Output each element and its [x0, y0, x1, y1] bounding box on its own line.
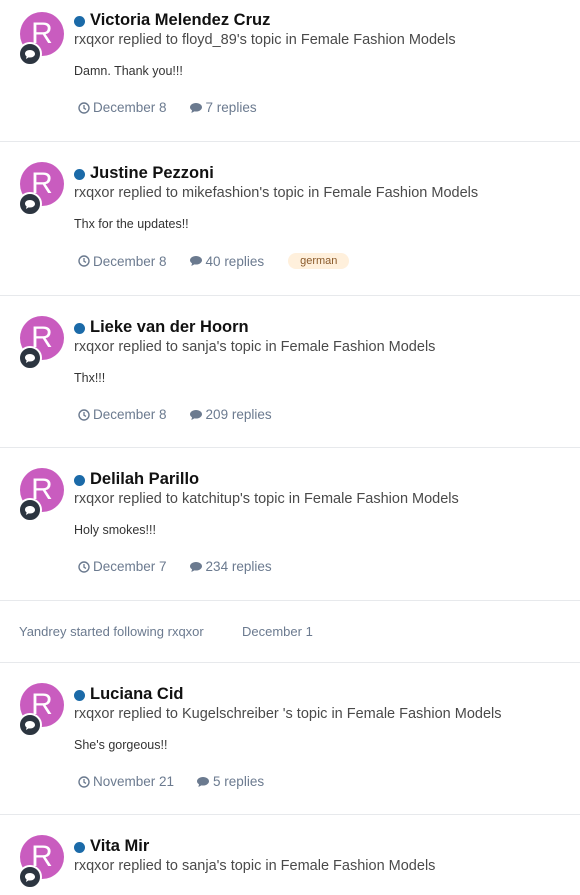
post-snippet: Holy smokes!!! — [74, 523, 156, 537]
comment-bubble-icon — [18, 865, 42, 889]
activity-item: R Vita Mir rxqxor replied to sanja's top… — [0, 815, 580, 895]
activity-item: R Victoria Melendez Cruz rxqxor replied … — [0, 0, 580, 142]
follow-activity-row: Yandrey started following rxqxor Decembe… — [0, 601, 580, 663]
item-meta: December 8 209 replies — [74, 407, 570, 422]
post-date[interactable]: December 8 — [93, 254, 167, 269]
item-meta: December 7 234 replies — [74, 559, 570, 574]
topic-title-link[interactable]: Victoria Melendez Cruz — [90, 11, 270, 30]
activity-item: R Lieke van der Hoorn rxqxor replied to … — [0, 296, 580, 448]
activity-description[interactable]: rxqxor replied to floyd_89's topic in Fe… — [74, 32, 570, 48]
topic-title-link[interactable]: Luciana Cid — [90, 685, 184, 704]
comment-bubble-icon — [18, 713, 42, 737]
comment-bubble-icon — [18, 346, 42, 370]
activity-description[interactable]: rxqxor replied to katchitup's topic in F… — [74, 491, 570, 507]
post-snippet: Thx for the updates!! — [74, 217, 189, 231]
comment-icon — [197, 776, 210, 787]
topic-tag[interactable]: german — [288, 253, 350, 269]
item-meta: November 21 5 replies — [74, 774, 570, 789]
reply-count: 40 replies — [205, 253, 265, 269]
user-avatar[interactable]: R — [18, 468, 64, 522]
clock-icon — [78, 101, 90, 114]
online-indicator-icon — [74, 690, 85, 701]
reply-count: 209 replies — [205, 407, 272, 422]
comment-bubble-icon — [18, 42, 42, 66]
topic-title-link[interactable]: Delilah Parillo — [90, 470, 199, 489]
clock-icon — [78, 255, 90, 267]
clock-icon — [78, 560, 90, 573]
post-date[interactable]: December 8 — [93, 407, 167, 422]
topic-title-link[interactable]: Lieke van der Hoorn — [90, 318, 249, 337]
comment-bubble-icon — [18, 192, 42, 216]
online-indicator-icon — [74, 842, 85, 853]
post-date[interactable]: November 21 — [93, 774, 174, 789]
item-meta: December 8 40 replies german — [74, 253, 570, 269]
post-snippet: Damn. Thank you!!! — [74, 64, 183, 78]
activity-item: R Luciana Cid rxqxor replied to Kugelsch… — [0, 663, 580, 815]
clock-icon — [78, 408, 90, 421]
follow-date[interactable]: December 1 — [242, 624, 313, 639]
clock-icon — [78, 775, 90, 788]
post-snippet: She's gorgeous!! — [74, 738, 168, 752]
user-avatar[interactable]: R — [18, 12, 64, 66]
reply-count: 5 replies — [213, 774, 265, 789]
post-snippet: Thx!!! — [74, 371, 106, 385]
comment-icon — [189, 256, 202, 266]
online-indicator-icon — [74, 323, 85, 334]
online-indicator-icon — [74, 16, 85, 27]
topic-title-link[interactable]: Justine Pezzoni — [90, 164, 214, 183]
activity-item: R Delilah Parillo rxqxor replied to katc… — [0, 448, 580, 601]
reply-count: 234 replies — [205, 559, 272, 574]
reply-count: 7 replies — [205, 100, 257, 115]
topic-title-link[interactable]: Vita Mir — [90, 837, 149, 856]
post-date[interactable]: December 7 — [93, 559, 167, 574]
online-indicator-icon — [74, 169, 85, 180]
activity-description[interactable]: rxqxor replied to sanja's topic in Femal… — [74, 858, 570, 874]
follow-text[interactable]: Yandrey started following rxqxor — [19, 624, 204, 639]
post-date[interactable]: December 8 — [93, 100, 167, 115]
comment-icon — [189, 561, 202, 572]
user-avatar[interactable]: R — [18, 316, 64, 370]
comment-bubble-icon — [18, 498, 42, 522]
user-avatar[interactable]: R — [18, 162, 64, 216]
online-indicator-icon — [74, 475, 85, 486]
activity-item: R Justine Pezzoni rxqxor replied to mike… — [0, 142, 580, 296]
item-meta: December 8 7 replies — [74, 100, 570, 115]
comment-icon — [189, 409, 202, 420]
activity-feed: R Victoria Melendez Cruz rxqxor replied … — [0, 0, 580, 895]
user-avatar[interactable]: R — [18, 835, 64, 889]
activity-description[interactable]: rxqxor replied to sanja's topic in Femal… — [74, 339, 570, 355]
activity-description[interactable]: rxqxor replied to mikefashion's topic in… — [74, 185, 570, 201]
user-avatar[interactable]: R — [18, 683, 64, 737]
activity-description[interactable]: rxqxor replied to Kugelschreiber 's topi… — [74, 706, 570, 722]
comment-icon — [189, 102, 202, 113]
